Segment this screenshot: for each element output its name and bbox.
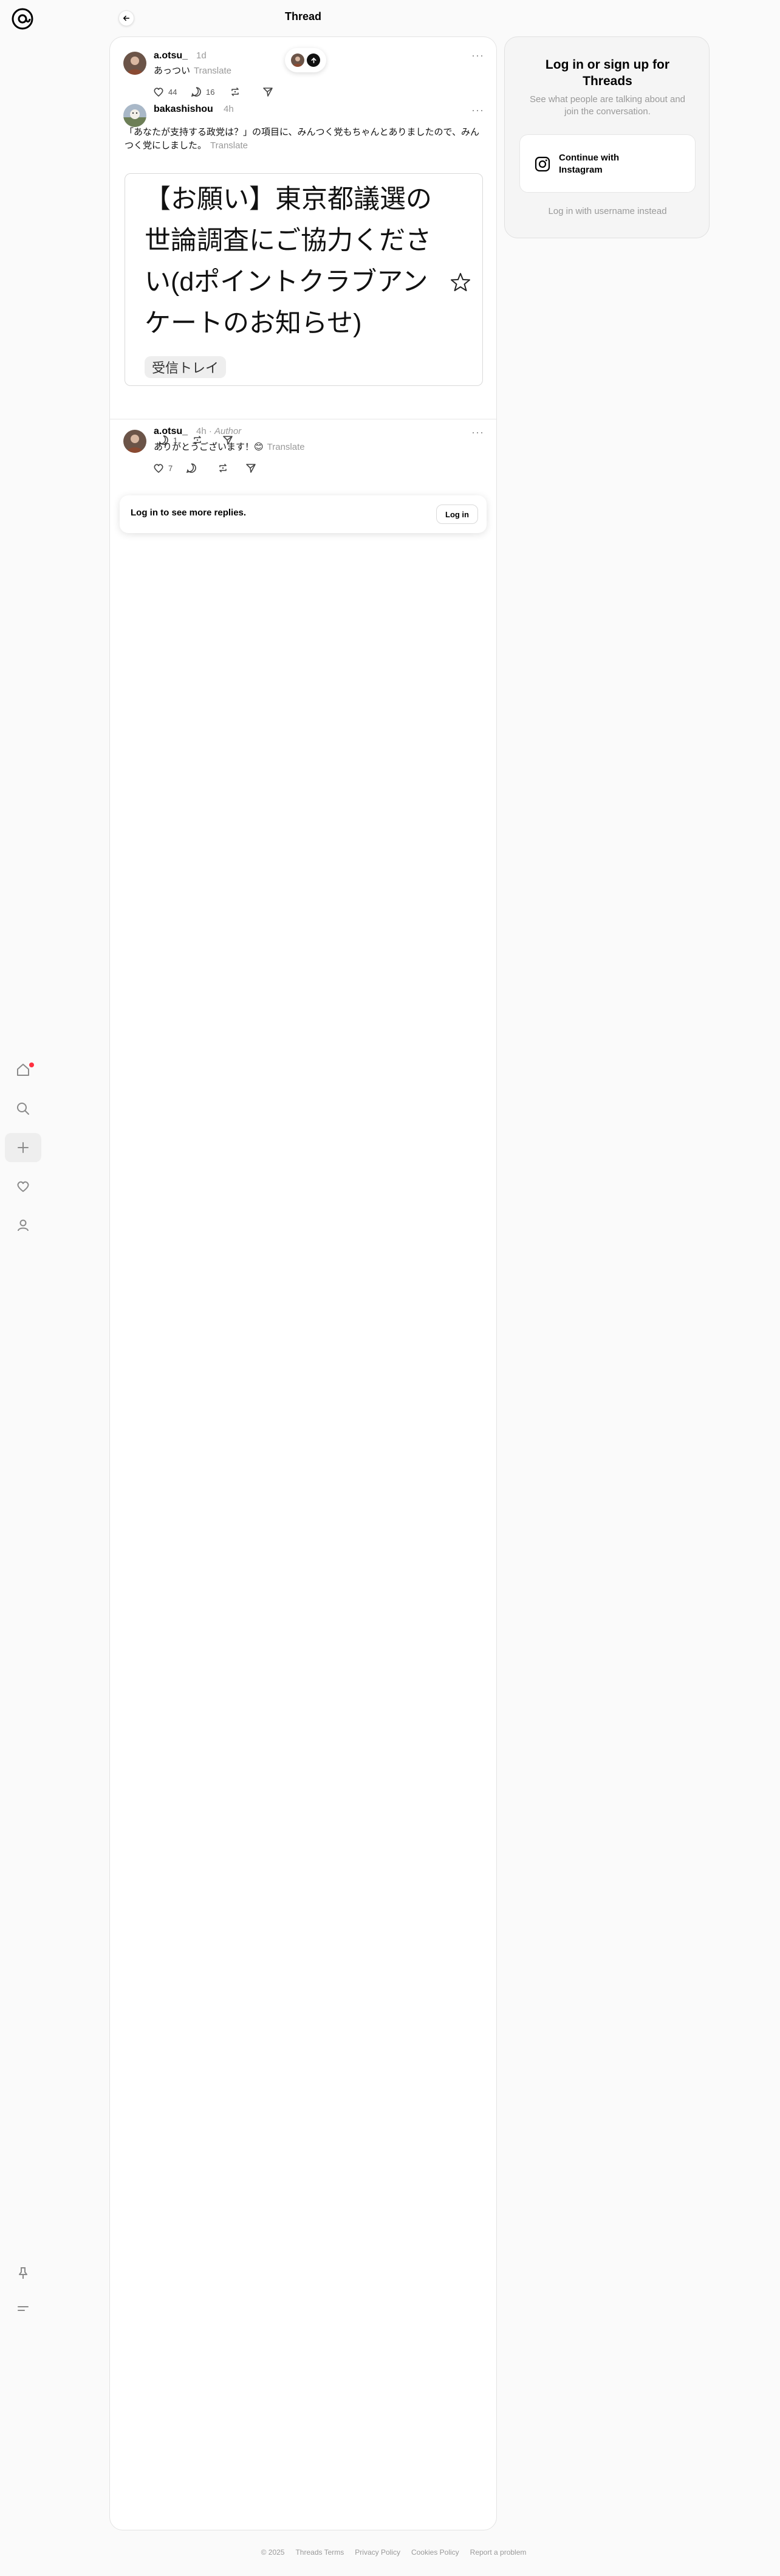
avatar[interactable]: [123, 104, 146, 127]
login-prompt-text: Log in to see more replies.: [131, 508, 247, 518]
thread-header: Thread: [109, 0, 497, 36]
reply-button[interactable]: 16: [190, 86, 214, 98]
post-item: a.otsu_ 4h · Author ··· ありがとうございます！😊 Tran…: [110, 426, 496, 493]
author-label: Author: [214, 426, 242, 436]
translate-link[interactable]: Translate: [267, 442, 305, 452]
post-meta: 4h · Author: [196, 426, 241, 436]
translate-link[interactable]: Translate: [194, 66, 231, 76]
nav-create-button[interactable]: [5, 1133, 41, 1162]
nav-home-button[interactable]: [5, 1055, 41, 1084]
more-options-button[interactable]: ···: [471, 104, 484, 117]
post-item: bakashishou 4h ··· 「あなたが支持する政党は？」の項目に、みん…: [110, 104, 496, 455]
post-username[interactable]: a.otsu_: [154, 50, 188, 61]
post-body: ありがとうございます！😊: [154, 442, 264, 452]
share-icon: [246, 464, 256, 473]
post-username[interactable]: bakashishou: [154, 104, 213, 115]
nav-profile-button[interactable]: [5, 1211, 41, 1240]
comment-icon: [191, 87, 201, 97]
footer-report-link[interactable]: Report a problem: [470, 2548, 527, 2557]
meta-separator: ·: [208, 426, 212, 436]
continue-with-instagram-button[interactable]: Continue with Instagram: [519, 134, 696, 193]
reply-count: 16: [206, 87, 215, 97]
star-icon: [450, 271, 471, 293]
heart-icon: [154, 464, 163, 474]
back-button[interactable]: [118, 10, 134, 26]
thread-participants-pill[interactable]: [285, 48, 326, 72]
repost-button[interactable]: [229, 86, 241, 98]
share-button[interactable]: [245, 462, 257, 474]
like-count: 7: [168, 463, 173, 473]
inbox-tag: 受信トレイ: [145, 356, 227, 378]
footer-privacy-link[interactable]: Privacy Policy: [355, 2548, 400, 2557]
side-panel-title: Log in or sign up for Threads: [545, 58, 670, 88]
like-button[interactable]: 7: [152, 462, 173, 474]
share-button[interactable]: [262, 86, 274, 98]
like-button[interactable]: 44: [152, 86, 177, 98]
nav-activity-button[interactable]: [5, 1172, 41, 1201]
like-count: 44: [168, 87, 177, 97]
footer-copyright: © 2025: [261, 2548, 285, 2557]
reply-button[interactable]: [185, 462, 197, 474]
username-login-link[interactable]: Log in with username instead: [505, 206, 710, 216]
login-side-panel: Log in or sign up for Threads See what p…: [504, 36, 710, 238]
login-prompt-card: Log in to see more replies. Log in: [120, 495, 487, 533]
heart-icon: [154, 88, 163, 97]
thread-column: a.otsu_ 1d あっつい Translate ··· 44 16 baka…: [109, 36, 497, 2530]
footer-cookies-link[interactable]: Cookies Policy: [411, 2548, 459, 2557]
notification-dot: [29, 1062, 34, 1067]
arrow-up-icon: [307, 53, 320, 67]
repost-button[interactable]: [217, 462, 229, 474]
create-plus-icon: [18, 1142, 29, 1153]
side-panel-subtitle: See what people are talking about and jo…: [529, 94, 686, 117]
more-options-button[interactable]: ···: [471, 426, 484, 439]
post-time: 4h: [224, 104, 234, 114]
share-icon: [263, 88, 273, 97]
comment-icon: [186, 463, 196, 474]
login-button[interactable]: Log in: [436, 505, 478, 524]
post-body: 「あなたが支持する政党は？」の項目に、みんつく党もちゃんとありましたので、みんつ…: [125, 127, 479, 151]
post-text: あっつい Translate: [154, 64, 231, 78]
search-icon: [17, 1103, 29, 1115]
left-nav-rail: [0, 0, 46, 2576]
page-title: Thread: [284, 10, 321, 22]
avatar: [291, 53, 304, 67]
link-preview-card[interactable]: 【お願い】東京都議選の世論調査にご協力ください(dポイントクラブアンケートのお知…: [125, 173, 483, 386]
more-options-button[interactable]: ···: [471, 49, 484, 62]
arrow-left-icon: [123, 15, 130, 21]
instagram-button-label: Continue with Instagram: [559, 153, 620, 175]
avatar[interactable]: [123, 52, 146, 75]
instagram-icon: [535, 156, 550, 172]
post-text: 「あなたが支持する政党は？」の項目に、みんつく党もちゃんとありましたので、みんつ…: [125, 126, 484, 153]
footer: © 2025 Threads Terms Privacy Policy Cook…: [109, 2548, 678, 2557]
threads-logo-icon[interactable]: [11, 7, 34, 30]
nav-menu-button[interactable]: [5, 2294, 41, 2323]
profile-icon: [18, 1219, 29, 1231]
translate-link[interactable]: Translate: [210, 140, 248, 151]
post-body: あっつい: [154, 66, 191, 76]
post-item: a.otsu_ 1d あっつい Translate ··· 44 16: [110, 37, 496, 104]
heart-icon: [17, 1181, 29, 1192]
post-username[interactable]: a.otsu_: [154, 426, 188, 437]
post-text: ありがとうございます！😊 Translate: [154, 441, 305, 454]
repost-icon: [219, 464, 227, 472]
avatar[interactable]: [123, 430, 146, 453]
post-time: 4h: [196, 426, 207, 436]
post-time: 1d: [196, 50, 207, 61]
nav-pin-button[interactable]: [5, 2259, 41, 2288]
footer-terms-link[interactable]: Threads Terms: [295, 2548, 344, 2557]
repost-icon: [231, 88, 239, 96]
link-preview-title: 【お願い】東京都議選の世論調査にご協力ください(dポイントクラブアンケートのお知…: [145, 185, 432, 338]
menu-icon: [18, 2306, 29, 2311]
nav-search-button[interactable]: [5, 1094, 41, 1123]
pin-icon: [19, 2267, 27, 2279]
